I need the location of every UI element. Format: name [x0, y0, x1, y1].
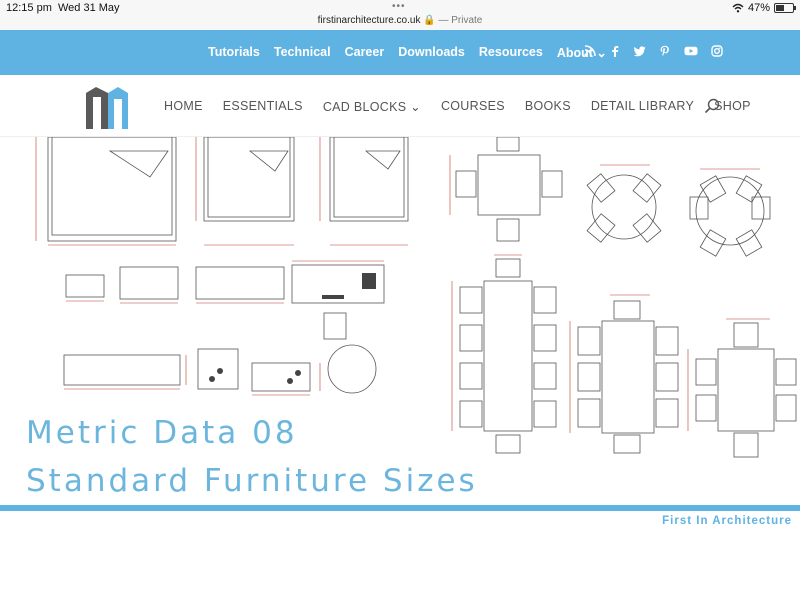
nav-home[interactable]: HOME: [164, 99, 203, 114]
hero-divider: [0, 505, 800, 511]
social-links: [584, 45, 723, 57]
top-nav: Tutorials Technical Career Downloads Res…: [0, 30, 800, 75]
twitter-icon[interactable]: [634, 45, 646, 57]
battery-percent: 47%: [747, 2, 770, 14]
top-nav-tutorials[interactable]: Tutorials: [208, 45, 260, 60]
status-right: 47%: [732, 2, 796, 14]
site-logo[interactable]: [84, 85, 130, 129]
brand-tagline: First In Architecture: [662, 515, 792, 527]
nav-detail-library[interactable]: DETAIL LIBRARY: [591, 99, 694, 114]
hero-title-line2: Standard Furniture Sizes: [26, 463, 478, 499]
top-nav-career[interactable]: Career: [345, 45, 385, 60]
facebook-icon[interactable]: [609, 45, 621, 57]
hero-image: Metric Data 08 Standard Furniture Sizes: [0, 137, 800, 505]
search-icon[interactable]: [704, 98, 720, 114]
status-bar: 12:15 pm Wed 31 May ••• firstinarchitect…: [0, 0, 800, 30]
nav-cad-blocks[interactable]: CAD BLOCKS ⌄: [323, 99, 421, 114]
tab-dots[interactable]: •••: [392, 1, 406, 12]
instagram-icon[interactable]: [711, 45, 723, 57]
nav-courses[interactable]: COURSES: [441, 99, 505, 114]
lock-icon: 🔒: [423, 15, 436, 26]
pinterest-icon[interactable]: [659, 45, 671, 57]
hero-title-line1: Metric Data 08: [26, 415, 298, 451]
address-bar[interactable]: firstinarchitecture.co.uk 🔒 — Private: [0, 15, 800, 26]
battery-fill: [776, 5, 784, 11]
main-nav: HOME ESSENTIALS CAD BLOCKS ⌄ COURSES BOO…: [0, 75, 800, 137]
status-time: 12:15 pm Wed 31 May: [6, 2, 120, 14]
top-nav-downloads[interactable]: Downloads: [398, 45, 465, 60]
top-nav-technical[interactable]: Technical: [274, 45, 331, 60]
nav-books[interactable]: BOOKS: [525, 99, 571, 114]
nav-essentials[interactable]: ESSENTIALS: [223, 99, 303, 114]
top-nav-resources[interactable]: Resources: [479, 45, 543, 60]
youtube-icon[interactable]: [684, 45, 698, 57]
wifi-icon: [732, 3, 744, 13]
battery-icon: [774, 3, 796, 13]
private-label: — Private: [438, 15, 483, 26]
url-text: firstinarchitecture.co.uk: [317, 15, 421, 26]
rss-icon[interactable]: [584, 45, 596, 57]
